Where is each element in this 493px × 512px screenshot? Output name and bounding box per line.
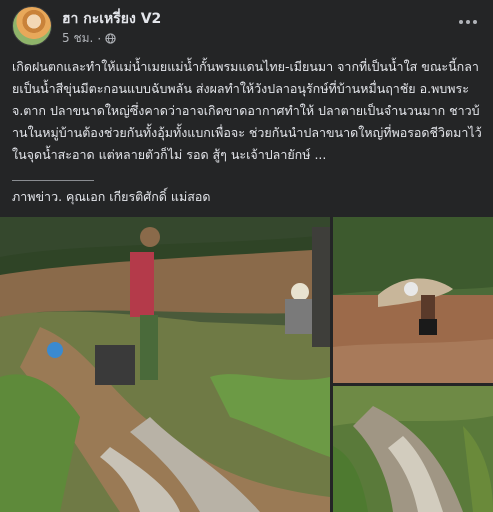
- meta-separator: ·: [97, 31, 102, 46]
- facebook-post: ฮา กะเหรี่ยง V2 5 ชม. · เกิดฝนตกและทำให้…: [0, 0, 493, 512]
- caption-divider: [12, 180, 94, 181]
- author-avatar[interactable]: [12, 6, 52, 46]
- photo-villagers-at-river[interactable]: [0, 217, 330, 512]
- photo-grid: [0, 217, 493, 512]
- photo-dead-fish-stream[interactable]: [333, 386, 493, 512]
- photo-man-carrying-fish[interactable]: [333, 217, 493, 383]
- author-name[interactable]: ฮา กะเหรี่ยง V2: [62, 8, 161, 30]
- globe-icon[interactable]: [105, 33, 116, 44]
- photo-credit: ภาพข่าว. คุณเอก เกียรติศักดิ์ แม่สอด: [12, 189, 211, 204]
- post-meta: 5 ชม. ·: [62, 29, 116, 48]
- post-time[interactable]: 5 ชม.: [62, 29, 93, 48]
- more-options-icon[interactable]: [454, 12, 482, 32]
- post-header: ฮา กะเหรี่ยง V2 5 ชม. ·: [12, 6, 482, 48]
- post-caption: เกิดฝนตกและทำให้แม่น้ำเมยแม่น้ำกั้นพรมแด…: [12, 59, 482, 162]
